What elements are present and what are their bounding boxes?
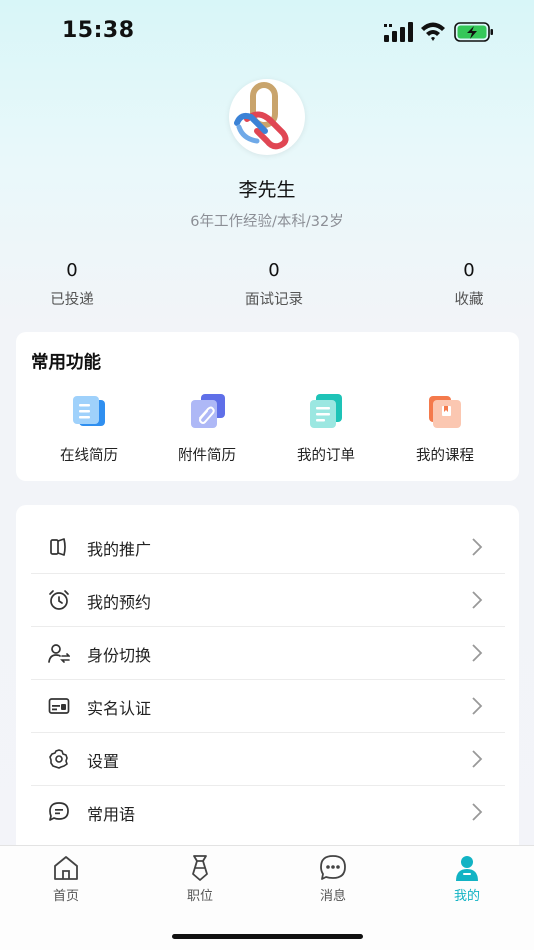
app-logo-icon — [234, 82, 289, 150]
attachment-resume-label: 附件简历 — [178, 448, 236, 464]
menu-item-real-name-verification[interactable]: 实名认证 — [31, 680, 505, 733]
cellular-signal-icon — [384, 22, 413, 42]
tab-label: 职位 — [186, 889, 213, 904]
menu-item-label: 我的推广 — [87, 540, 152, 559]
gear-icon — [49, 749, 68, 769]
tab-label: 消息 — [319, 889, 346, 904]
menu-item-label: 身份切换 — [87, 646, 152, 665]
stat-value: 0 — [268, 260, 280, 281]
id-card-icon — [48, 698, 70, 714]
chevron-right-icon — [472, 697, 483, 715]
my-orders-button[interactable]: 我的订单 — [267, 388, 385, 468]
tie-icon — [192, 855, 208, 881]
stat-favorites[interactable]: 0 收藏 — [409, 260, 529, 309]
menu-item-label: 设置 — [87, 752, 120, 771]
chevron-right-icon — [472, 591, 483, 609]
menu-item-appointments[interactable]: 我的预约 — [31, 574, 505, 627]
attachment-resume-icon — [191, 394, 225, 428]
person-icon — [456, 856, 478, 881]
orders-icon — [310, 394, 342, 428]
menu-card: 我的推广 我的预约 身份切换 实名认证 设置 常用语 — [16, 505, 519, 855]
stat-value: 0 — [463, 260, 475, 281]
menu-item-common-phrases[interactable]: 常用语 — [31, 786, 505, 839]
wifi-icon — [421, 22, 445, 41]
menu-item-promotion[interactable]: 我的推广 — [31, 521, 505, 574]
message-icon — [320, 855, 346, 880]
status-time: 15:38 — [62, 18, 135, 43]
menu-item-label: 常用语 — [87, 805, 136, 824]
courses-icon — [429, 396, 461, 428]
chevron-right-icon — [472, 644, 483, 662]
stat-applied[interactable]: 0 已投递 — [12, 260, 132, 309]
status-bar: 15:38 — [0, 0, 534, 62]
stat-label: 面试记录 — [245, 292, 303, 308]
speaker-icon — [50, 538, 66, 556]
alarm-clock-icon — [49, 590, 69, 610]
avatar[interactable] — [229, 79, 305, 155]
attachment-resume-button[interactable]: 附件简历 — [148, 388, 266, 468]
my-orders-label: 我的订单 — [297, 448, 355, 464]
menu-item-label: 实名认证 — [87, 699, 152, 718]
battery-icon — [454, 22, 493, 42]
menu-item-identity-switch[interactable]: 身份切换 — [31, 627, 505, 680]
my-courses-label: 我的课程 — [416, 448, 474, 464]
stat-value: 0 — [66, 260, 78, 281]
stat-interviews[interactable]: 0 面试记录 — [214, 260, 334, 309]
user-description: 6年工作经验/本科/32岁 — [190, 214, 344, 230]
common-functions-card: 常用功能 在线简历 附件简历 我的订单 我的课程 — [16, 332, 519, 481]
home-indicator — [172, 934, 363, 939]
tab-label: 首页 — [52, 889, 79, 904]
stat-label: 收藏 — [454, 292, 484, 308]
common-functions-title: 常用功能 — [31, 353, 101, 373]
menu-item-label: 我的预约 — [87, 593, 152, 612]
my-courses-button[interactable]: 我的课程 — [386, 388, 504, 468]
menu-item-settings[interactable]: 设置 — [31, 733, 505, 786]
chevron-right-icon — [472, 750, 483, 768]
chevron-right-icon — [472, 538, 483, 556]
user-switch-icon — [48, 644, 70, 663]
tab-label: 我的 — [453, 889, 480, 904]
online-resume-icon — [73, 396, 105, 426]
online-resume-label: 在线简历 — [60, 448, 118, 464]
online-resume-button[interactable]: 在线简历 — [30, 388, 148, 468]
user-name: 李先生 — [238, 179, 296, 201]
chevron-right-icon — [472, 803, 483, 821]
home-icon — [54, 856, 78, 880]
stat-label: 已投递 — [50, 292, 94, 308]
chat-bubble-icon — [49, 802, 69, 821]
